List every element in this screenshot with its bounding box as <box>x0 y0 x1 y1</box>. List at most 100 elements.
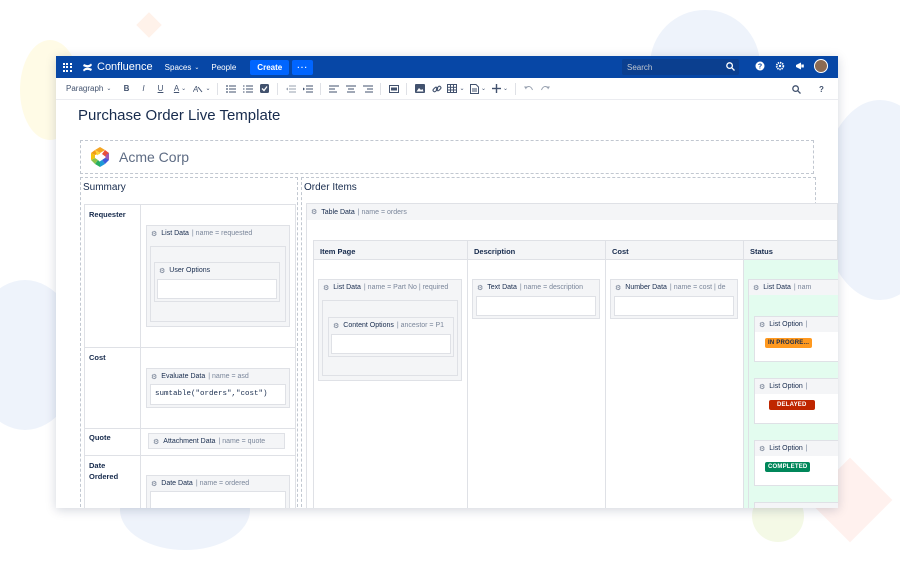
text-color-button[interactable]: A ⌄ <box>169 80 191 98</box>
user-avatar[interactable] <box>814 59 828 73</box>
search-placeholder: Search <box>627 62 653 72</box>
macro-name: Number Data <box>625 284 667 291</box>
macro-params: | <box>805 321 808 328</box>
create-button[interactable]: Create <box>250 59 290 75</box>
macro-name: Table Data <box>321 208 355 216</box>
evaluate-expression[interactable]: sumtable("orders","cost") <box>150 384 286 405</box>
macro-name: List Data <box>161 230 189 237</box>
macro-name: List Data <box>333 284 361 291</box>
list-data-macro[interactable]: ⚙ List Data | name = requested ⚙ User Op… <box>146 225 290 327</box>
templates-icon[interactable]: ⌄ <box>467 80 489 98</box>
text-color-label: A <box>173 84 180 93</box>
find-replace-icon[interactable] <box>788 80 805 98</box>
undo-icon[interactable] <box>520 80 537 98</box>
brand-name: Confluence <box>97 61 153 73</box>
status-lozenge-in-progress[interactable]: IN PROGRE... <box>765 338 813 348</box>
image-icon[interactable] <box>411 80 428 98</box>
column-header-cost[interactable]: Cost <box>605 240 744 260</box>
align-center-icon[interactable] <box>342 80 359 98</box>
macro-gear-icon: ⚙ <box>759 321 766 329</box>
macro-params: | name = orders <box>357 208 407 216</box>
column-header-description[interactable]: Description <box>467 240 606 260</box>
notifications-megaphone-icon[interactable] <box>794 60 806 72</box>
status-lozenge-completed[interactable]: COMPLETED <box>765 462 811 472</box>
chevron-down-icon: ⌄ <box>480 86 487 92</box>
align-right-icon[interactable] <box>359 80 376 98</box>
help-question-icon[interactable]: ? <box>813 80 830 98</box>
settings-gear-icon[interactable] <box>774 60 786 72</box>
evaluate-data-macro[interactable]: ⚙ Evaluate Data | name = asd sumtable("o… <box>146 368 290 408</box>
chevron-down-icon: ⌄ <box>502 86 509 92</box>
list-data-body[interactable] <box>150 246 286 322</box>
number-data-body[interactable] <box>614 296 734 316</box>
chevron-down-icon: ⌄ <box>459 86 465 92</box>
macro-gear-icon: ⚙ <box>151 373 158 381</box>
confluence-window: Confluence Spaces ⌄ People Create ··· Se… <box>56 56 838 508</box>
macro-params: | name = Part No | required <box>363 284 449 291</box>
app-switcher-icon[interactable] <box>56 56 78 78</box>
macro-gear-icon: ⚙ <box>477 284 484 292</box>
macro-name: List Option <box>769 445 803 452</box>
toolbar-divider <box>320 82 321 95</box>
people-label: People <box>211 62 237 72</box>
list-option-macro[interactable] <box>754 502 838 508</box>
macro-gear-icon: ⚙ <box>759 383 766 391</box>
text-data-body[interactable] <box>476 296 596 316</box>
spaces-menu[interactable]: Spaces ⌄ <box>165 63 200 72</box>
content-options-body[interactable] <box>331 334 451 354</box>
column-header-status[interactable]: Status <box>743 240 838 260</box>
align-left-icon[interactable] <box>325 80 342 98</box>
toolbar-divider <box>406 82 407 95</box>
more-button[interactable]: ··· <box>292 59 314 75</box>
search-input[interactable]: Search <box>622 59 739 75</box>
chevron-down-icon: ⌄ <box>106 86 112 92</box>
macro-name: Text Data <box>487 284 517 291</box>
quote-label: Quote <box>89 433 111 442</box>
page-title[interactable]: Purchase Order Live Template <box>78 107 280 124</box>
indent-icon[interactable] <box>299 80 316 98</box>
macro-params: | name = requested <box>191 230 253 237</box>
people-link[interactable]: People <box>211 63 236 72</box>
content-options-macro[interactable]: ⚙ Content Options | ancestor = P1 <box>328 317 454 357</box>
list-option-macro[interactable]: ⚙ List Option | COMPLETED <box>754 440 838 486</box>
toolbar-divider <box>217 82 218 95</box>
bullet-list-icon[interactable] <box>222 80 239 98</box>
paragraph-label: Paragraph <box>66 84 104 93</box>
table-column-divider <box>467 260 468 508</box>
macro-name: List Option <box>769 321 803 328</box>
date-data-body[interactable] <box>150 491 286 508</box>
number-data-macro[interactable]: ⚙ Number Data | name = cost | de <box>610 279 738 319</box>
bold-button[interactable]: B <box>118 80 135 98</box>
confluence-logo[interactable]: Confluence <box>82 61 153 73</box>
outdent-icon[interactable] <box>282 80 299 98</box>
table-icon[interactable]: ⌄ <box>445 80 467 98</box>
redo-icon[interactable] <box>537 80 554 98</box>
numbered-list-icon[interactable] <box>239 80 256 98</box>
help-icon[interactable]: ? <box>754 60 766 72</box>
item-list-data-macro[interactable]: ⚙ List Data | name = Part No | required … <box>318 279 462 381</box>
column-header-item-page[interactable]: Item Page <box>313 240 468 260</box>
layouts-icon[interactable] <box>385 80 402 98</box>
macro-params: | name = asd <box>208 373 249 380</box>
list-option-macro[interactable]: ⚙ List Option | IN PROGRE... <box>754 316 838 362</box>
requester-label: Requester <box>89 210 126 219</box>
status-lozenge-delayed[interactable]: DELAYED <box>769 400 815 410</box>
task-checkbox-icon[interactable] <box>256 80 273 98</box>
underline-button[interactable]: U <box>152 80 169 98</box>
summary-row-divider <box>84 347 296 348</box>
list-option-macro[interactable]: ⚙ List Option | DELAYED <box>754 378 838 424</box>
table-left-border <box>313 240 314 508</box>
date-data-macro[interactable]: ⚙ Date Data | name = ordered <box>146 475 290 508</box>
macro-params: | <box>805 383 808 390</box>
clear-formatting-icon[interactable]: A ⌄ <box>191 80 213 98</box>
attachment-data-macro[interactable]: ⚙ Attachment Data | name = quote <box>148 433 285 449</box>
paragraph-style-dropdown[interactable]: Paragraph ⌄ <box>66 80 118 98</box>
link-icon[interactable] <box>428 80 445 98</box>
background-diamond <box>136 12 162 38</box>
insert-plus-icon[interactable]: ⌄ <box>489 80 511 98</box>
italic-button[interactable]: I <box>135 80 152 98</box>
text-data-macro[interactable]: ⚙ Text Data | name = description <box>472 279 600 319</box>
chevron-down-icon: ⌄ <box>205 86 211 92</box>
company-name: Acme Corp <box>119 149 190 165</box>
macro-params: | <box>805 445 808 452</box>
